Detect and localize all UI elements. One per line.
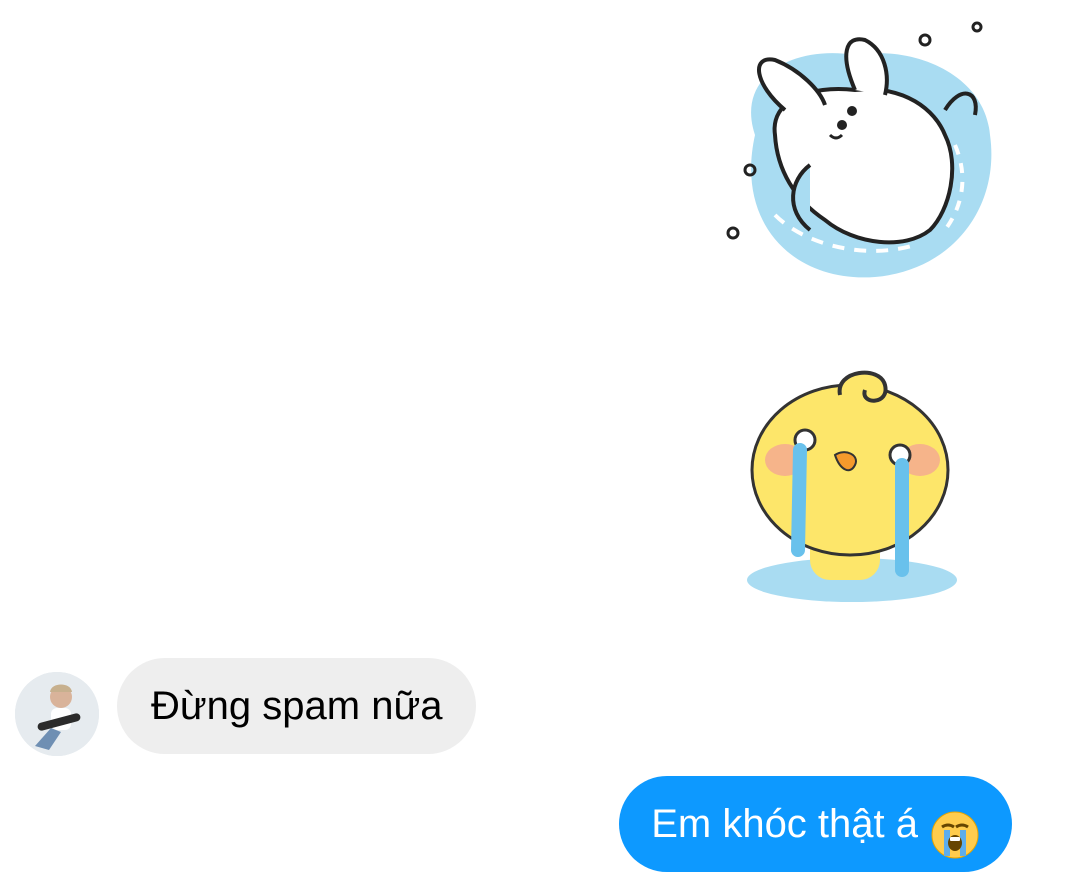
crying-bunny-sticker[interactable] [715,15,995,295]
loudly-crying-face-emoji-icon [930,799,980,859]
contact-avatar-icon [15,672,99,756]
crying-chick-sticker[interactable] [740,360,970,610]
outgoing-message-text: Em khóc thật á [651,802,918,846]
incoming-message-bubble[interactable]: Đừng spam nữa [117,658,477,754]
contact-avatar[interactable] [15,672,99,756]
incoming-message-text: Đừng spam nữa [151,684,443,728]
crying-chick-icon [747,370,957,602]
chat-thread: Đừng spam nữa Em khóc thật á [0,0,1080,884]
outgoing-message-bubble[interactable]: Em khóc thật á [619,776,1012,872]
crying-bunny-icon [726,21,992,278]
